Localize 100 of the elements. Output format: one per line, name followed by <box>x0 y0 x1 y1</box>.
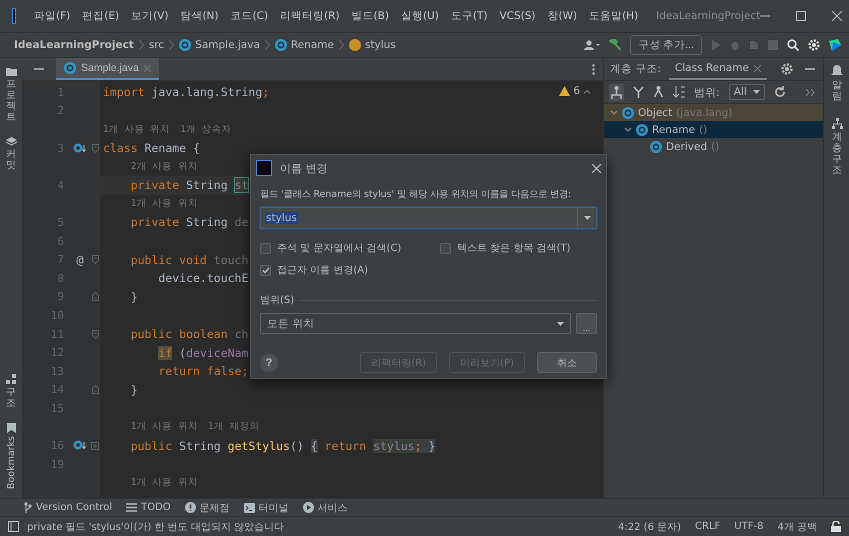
browse-button[interactable]: ... <box>576 313 597 334</box>
breadcrumb-item[interactable]: src <box>148 39 164 51</box>
new-name-field[interactable]: stylus <box>260 207 597 229</box>
status-item[interactable]: 4개 공백 <box>777 520 817 534</box>
menu-item[interactable]: 도구(T) <box>444 9 494 23</box>
checkbox-label[interactable]: 주석 및 문자열에서 검색(C) <box>277 241 402 255</box>
tool-window-tab[interactable]: 알림 <box>832 80 842 102</box>
status-item[interactable]: UTF-8 <box>734 521 764 532</box>
settings-icon[interactable] <box>808 39 820 51</box>
tool-window-tab[interactable]: 커밋 <box>6 149 16 171</box>
usage-hint[interactable]: 2개 사용 위치 <box>130 160 198 174</box>
scope-dropdown[interactable]: 모든 위치 <box>260 313 571 334</box>
scope-dropdown[interactable]: All <box>728 84 765 100</box>
overridden-icon[interactable] <box>73 142 87 154</box>
subtypes-icon[interactable] <box>633 86 644 98</box>
usage-hint[interactable]: 1개 사용 위치 <box>103 122 170 136</box>
panel-icon[interactable] <box>8 521 19 532</box>
close-icon[interactable] <box>592 164 601 172</box>
bell-icon[interactable] <box>831 65 843 77</box>
menu-item[interactable]: 빌드(B) <box>346 9 395 23</box>
menu-item[interactable]: 편집(E) <box>76 9 126 23</box>
lock-icon[interactable] <box>831 521 841 532</box>
tool-window-tab[interactable]: 프로젝트 <box>6 79 16 123</box>
breadcrumb-item[interactable]: IdeaLearningProject <box>14 39 134 51</box>
breadcrumb-item[interactable]: Rename <box>290 39 334 51</box>
breadcrumb-item[interactable]: Sample.java <box>195 39 260 51</box>
code-line: } <box>130 290 138 304</box>
checkbox[interactable] <box>260 242 271 254</box>
usage-hint[interactable]: 1개 사용 위치 <box>130 420 198 434</box>
menu-item[interactable]: 코드(C) <box>224 9 274 23</box>
refresh-icon[interactable] <box>774 86 786 98</box>
menu-item[interactable]: 창(W) <box>542 9 584 23</box>
checkbox-label[interactable]: 텍스트 찾은 항목 검색(T) <box>457 241 570 255</box>
tool-window-button[interactable]: TODO <box>126 502 171 513</box>
chevron-up-icon[interactable] <box>583 88 591 94</box>
terminal-icon <box>244 502 255 512</box>
menu-item[interactable]: 리팩터링(R) <box>274 9 346 23</box>
status-item[interactable]: 4:22 (6 문자) <box>618 520 682 534</box>
toolbox-icon[interactable] <box>829 39 841 51</box>
usage-hint[interactable]: 1개 상속자 <box>180 122 232 136</box>
tool-window-button[interactable]: 서비스 <box>302 500 348 514</box>
rename-prompt: 필드 '클래스 Rename의 stylus' 및 해당 사용 위치의 이름을 다음으로 변경: <box>260 188 572 201</box>
class-icon <box>64 62 76 74</box>
chevron-right-icon <box>138 40 144 50</box>
hammer-icon[interactable] <box>609 39 622 51</box>
tool-window-button[interactable]: 터미널 <box>244 500 289 514</box>
annotation-marker[interactable]: @ <box>76 252 84 267</box>
bookmark-icon <box>6 422 16 433</box>
menu-item[interactable]: 실행(U) <box>394 9 445 23</box>
checkbox[interactable] <box>440 242 451 254</box>
double-chevron-icon[interactable] <box>806 88 815 96</box>
menu-item[interactable]: 탐색(N) <box>174 9 225 23</box>
menu-item[interactable]: VCS(S) <box>493 10 542 22</box>
code-line: if (deviceNam <box>158 346 248 360</box>
usage-hint[interactable]: 1개 사용 위치 <box>130 476 198 490</box>
more-icon[interactable] <box>592 64 595 74</box>
help-button[interactable]: ? <box>260 354 278 372</box>
folder-icon <box>6 67 16 76</box>
field-icon <box>348 39 361 51</box>
checkbox-label[interactable]: 접근자 이름 변경(A) <box>277 263 368 277</box>
dialog-button[interactable]: 취소 <box>537 352 597 373</box>
panel-tab[interactable]: Class Rename <box>668 58 767 80</box>
window-title: IdeaLearningProject <box>656 10 760 22</box>
run-configuration-button[interactable]: 구성 추가... <box>630 35 702 55</box>
chevron-down-icon[interactable] <box>624 126 632 134</box>
hierarchy-icon[interactable] <box>653 86 664 98</box>
tree-item[interactable]: Object (java.lang) <box>604 104 823 121</box>
menu-item[interactable]: 파일(F) <box>28 9 76 23</box>
tree-item[interactable]: Rename () <box>604 121 823 138</box>
menu-item[interactable]: 도움말(H) <box>583 9 644 23</box>
usage-hint[interactable]: 1개 재정의 <box>208 420 260 434</box>
tool-window-tab[interactable]: Bookmarks <box>6 436 16 489</box>
status-item[interactable]: CRLF <box>695 521 720 532</box>
sort-icon[interactable] <box>673 86 685 98</box>
menu-item[interactable]: 보기(V) <box>125 9 174 23</box>
search-icon[interactable] <box>787 39 799 51</box>
overridden-icon[interactable] <box>73 440 87 452</box>
supertypes-icon[interactable] <box>611 86 622 98</box>
settings-icon[interactable] <box>781 63 793 75</box>
maximize-icon[interactable] <box>796 11 806 21</box>
checkbox[interactable] <box>260 264 271 276</box>
code-line: } <box>130 382 138 397</box>
breadcrumb-item[interactable]: stylus <box>364 39 396 51</box>
usage-hint[interactable]: 1개 사용 위치 <box>130 196 198 211</box>
chevron-down-icon[interactable] <box>610 108 618 116</box>
tool-window-tab[interactable]: 계층 구조 <box>832 132 842 176</box>
code-line: public void touch <box>130 252 248 267</box>
tool-window-tab[interactable]: 구조 <box>6 386 16 409</box>
warning-count[interactable]: 6 <box>573 85 580 97</box>
chevron-right-icon <box>264 40 270 50</box>
tree-item[interactable]: Derived () <box>604 138 823 155</box>
user-icon[interactable] <box>584 40 600 50</box>
close-icon[interactable] <box>832 11 842 21</box>
editor-tab[interactable]: Sample.java <box>56 58 159 80</box>
tool-window-button[interactable]: 문제점 <box>184 500 230 514</box>
checkmark-icon <box>262 266 270 274</box>
chevron-right-icon <box>338 40 344 50</box>
tool-window-button[interactable]: Version Control <box>24 502 112 513</box>
scope-label: 범위(S) <box>260 294 294 307</box>
hierarchy-icon[interactable] <box>832 118 842 129</box>
